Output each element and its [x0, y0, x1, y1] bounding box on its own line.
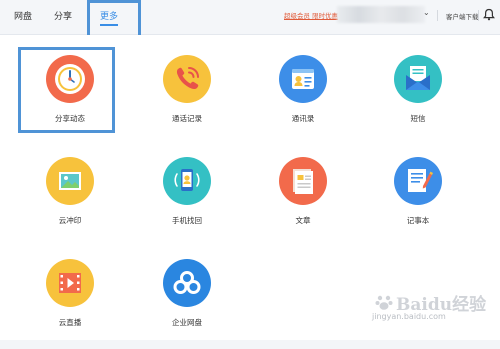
app-label: 文章	[295, 216, 311, 225]
app-cloud-print[interactable]: 云冲印	[30, 157, 110, 247]
contact-card-icon	[279, 55, 327, 103]
top-nav-bar: 网盘 分享 更多 超级会员 限时优惠 ⌄ 客户端下载	[0, 0, 500, 35]
app-label: 通讯录	[291, 114, 315, 123]
promo-link[interactable]: 超级会员 限时优惠	[284, 10, 338, 20]
app-call-log[interactable]: 通话记录	[147, 55, 227, 145]
tab-netdisk[interactable]: 网盘	[14, 9, 32, 25]
app-contacts[interactable]: 通讯录	[263, 55, 343, 145]
highlight-box-share-feed	[18, 47, 115, 133]
app-label: 云直播	[58, 318, 82, 327]
app-phone-find[interactable]: 手机找回	[147, 157, 227, 247]
article-icon	[279, 157, 327, 205]
app-label: 通话记录	[172, 114, 202, 123]
app-cloud-live[interactable]: 云直播	[30, 259, 110, 349]
app-label: 云冲印	[58, 216, 82, 225]
app-enterprise-disk[interactable]: 企业网盘	[147, 259, 227, 349]
bell-icon[interactable]	[483, 8, 495, 21]
app-label: 企业网盘	[172, 318, 202, 327]
client-download-link[interactable]: 客户端下载	[446, 11, 479, 21]
app-label: 短信	[410, 114, 426, 123]
photo-icon	[46, 157, 94, 205]
divider	[437, 10, 438, 21]
app-article[interactable]: 文章	[263, 157, 343, 247]
chevron-down-icon[interactable]: ⌄	[423, 8, 430, 17]
envelope-icon	[394, 55, 442, 103]
app-label: 记事本	[406, 216, 430, 225]
cloud-icon	[163, 259, 211, 307]
divider	[478, 10, 479, 21]
phone-find-icon	[163, 157, 211, 205]
app-notepad[interactable]: 记事本	[378, 157, 458, 247]
tab-share[interactable]: 分享	[54, 9, 72, 25]
watermark-url: jingyan.baidu.com	[372, 312, 446, 321]
phone-icon	[163, 55, 211, 103]
username-blurred[interactable]	[337, 6, 425, 23]
notepad-icon	[394, 157, 442, 205]
paw-icon	[375, 295, 393, 310]
film-play-icon	[46, 259, 94, 307]
app-sms[interactable]: 短信	[378, 55, 458, 145]
watermark: Baidu经验 jingyan.baidu.com	[372, 288, 496, 334]
app-label: 手机找回	[172, 216, 202, 225]
